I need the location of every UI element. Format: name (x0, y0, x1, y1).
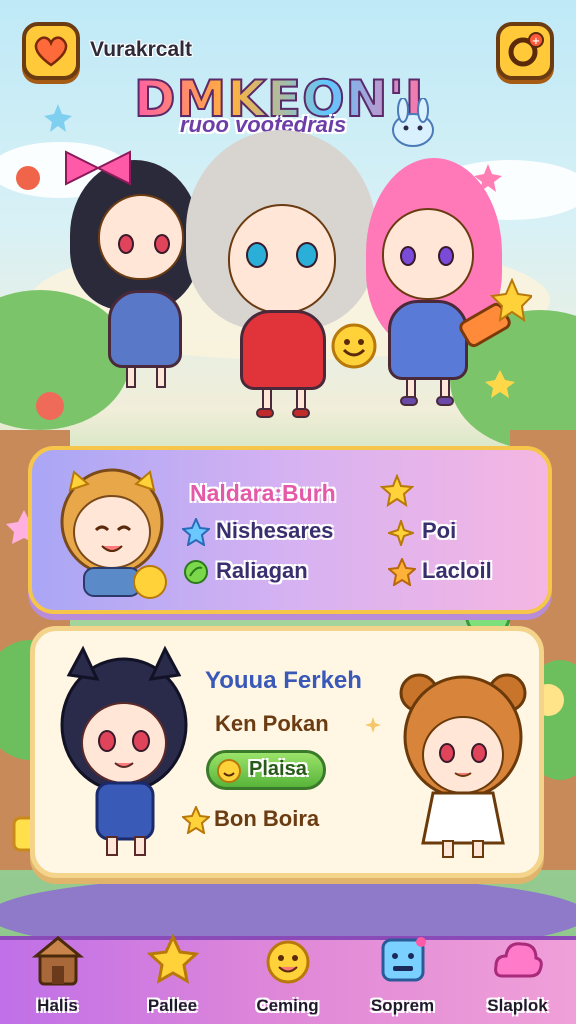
character-shoe (292, 408, 310, 418)
character-face (228, 204, 336, 314)
character-eye (400, 246, 416, 266)
cloud-icon (494, 942, 543, 978)
stat-item[interactable]: Raliagan (182, 556, 382, 588)
character-face (98, 194, 184, 280)
character-shoe (400, 396, 418, 406)
star-icon (182, 806, 210, 834)
character-leg (262, 388, 272, 410)
mascot-bunny-icon (392, 98, 434, 147)
nav-item-ceming[interactable]: Ceming (230, 940, 345, 1024)
stat-item[interactable]: Poi (388, 516, 528, 548)
character-eye (246, 242, 268, 268)
star-icon (147, 934, 199, 984)
sun-face-icon (266, 940, 310, 984)
nav-item-slaplok[interactable]: Slaplok (460, 940, 575, 1024)
character-leg (156, 366, 166, 388)
stat-label: Raliagan (216, 558, 308, 583)
profile-panel[interactable]: Naldara:Burh Nishesares Poi Raliagan Lac… (28, 446, 552, 614)
stat-label: Lacloil (422, 558, 492, 583)
character-avatar-bear (399, 673, 527, 858)
game-scene: Vurakrcalt + DMKEON'I ruoo vootedrais Na… (0, 0, 576, 1024)
character-eye (118, 234, 134, 254)
character-avatar-cat (60, 645, 188, 856)
stat-item[interactable]: Lacloil (388, 556, 528, 588)
svg-text:+: + (532, 36, 540, 47)
nav-item-halis[interactable]: Halis (0, 936, 115, 1024)
detail-subtitle: Ken Pokan (215, 711, 329, 736)
chat-button[interactable]: + (496, 22, 554, 80)
nav-label: Pallee (147, 996, 198, 1015)
heart-button[interactable] (22, 22, 80, 80)
chat-notification-icon: + (508, 32, 544, 67)
detail-title: Youua Ferkeh (205, 667, 362, 694)
stat-item[interactable]: Nishesares (182, 516, 382, 548)
stat-label: Nishesares (216, 518, 334, 543)
profile-name: Naldara:Burh (190, 480, 336, 506)
smiley-icon (331, 323, 377, 369)
leaf-icon (184, 560, 208, 584)
nav-item-soprem[interactable]: Soprem (345, 937, 460, 1024)
nav-label: Soprem (370, 996, 435, 1015)
character-shoe (256, 408, 274, 418)
sun-face-icon (217, 759, 241, 783)
bow-icon (65, 150, 131, 186)
character-eye (296, 242, 318, 268)
bottom-nav: Halis Pallee Ceming Soprem Slaplok (0, 934, 576, 1024)
magic-wand-icon (459, 278, 532, 348)
character-eye (154, 234, 170, 254)
heart-icon (34, 36, 68, 67)
app-name: Vurakrcalt (90, 38, 192, 61)
star-icon (380, 474, 414, 508)
profile-avatar (60, 468, 167, 599)
sparkle-icon (365, 717, 381, 733)
nav-label: Halis (37, 996, 78, 1015)
character-leg (296, 388, 306, 410)
star-icon (388, 558, 416, 586)
robot-box-icon (381, 937, 426, 982)
house-icon (32, 936, 84, 986)
action-button[interactable]: Plaisa (206, 750, 326, 790)
blue-star-icon (182, 518, 210, 546)
nav-item-pallee[interactable]: Pallee (115, 934, 230, 1024)
action-label: Plaisa (249, 758, 307, 780)
character-silver-hair[interactable] (186, 120, 376, 420)
character-dress (108, 290, 182, 368)
character-dress (240, 310, 326, 390)
stat-label: Poi (422, 518, 457, 543)
nav-label: Slaplok (487, 996, 548, 1015)
character-shoe (436, 396, 454, 406)
character-leg (126, 366, 136, 388)
reward-label: Bon Boira (214, 806, 320, 831)
nav-label: Ceming (256, 996, 319, 1015)
reward-row: Bon Boira (182, 804, 382, 836)
sparkle-icon (388, 520, 414, 546)
character-eye (438, 246, 454, 266)
